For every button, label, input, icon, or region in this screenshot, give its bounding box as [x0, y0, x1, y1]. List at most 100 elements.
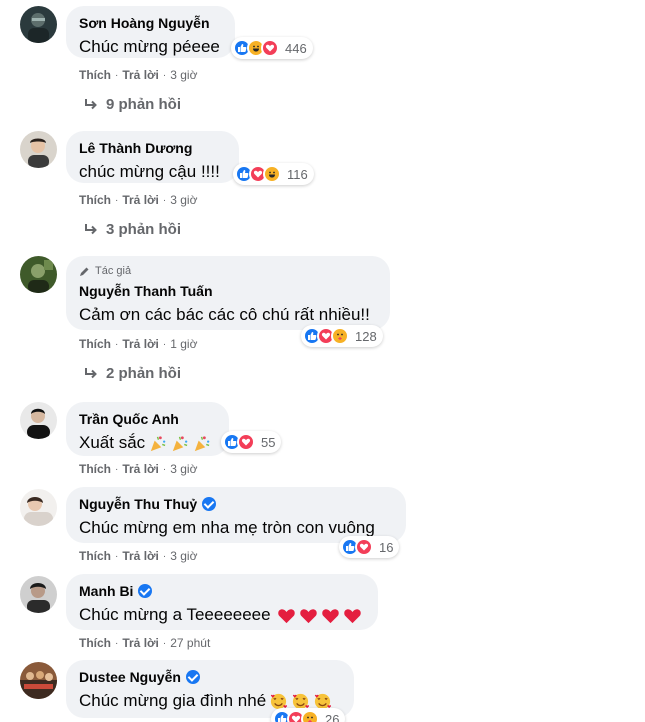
comment-author-name[interactable]: Nguyễn Thu Thuỷ [79, 495, 394, 513]
reply-button[interactable]: Trả lời [122, 337, 159, 351]
avatar[interactable] [20, 489, 57, 526]
separator: · [115, 550, 119, 562]
reactions-summary[interactable]: 55 [221, 431, 282, 453]
reactions-summary[interactable]: 446 [231, 37, 313, 59]
comment-timestamp[interactable]: 1 giờ [170, 337, 197, 351]
reaction-count: 55 [261, 434, 276, 450]
red-heart-icon [343, 608, 361, 623]
comment-timestamp[interactable]: 27 phút [170, 636, 210, 650]
verified-badge-icon [185, 670, 200, 684]
pencil-icon [80, 267, 89, 276]
avatar[interactable] [20, 576, 57, 613]
view-replies-button[interactable]: 9 phản hồi [84, 96, 181, 113]
comment-bubble: Nguyễn Thu Thuỷ Chúc mừng em nha mẹ tròn… [66, 487, 406, 543]
party-popper-icon [173, 435, 188, 451]
replies-label: 2 phản hồi [106, 365, 181, 382]
like-button[interactable]: Thích [79, 636, 111, 650]
author-badge: Tác giả [79, 264, 378, 278]
like-button[interactable]: Thích [79, 68, 111, 82]
reply-button[interactable]: Trả lời [122, 68, 159, 82]
separator: · [162, 637, 167, 649]
avatar[interactable] [20, 402, 57, 439]
like-button[interactable]: Thích [79, 549, 111, 563]
separator: · [162, 194, 167, 206]
comment-author-name[interactable]: Manh Bi [79, 582, 366, 600]
comment-bubble: Trần Quốc Anh Xuất sắc [66, 402, 229, 456]
author-badge-label: Tác giả [95, 265, 132, 277]
comment-author-name[interactable]: Dustee Nguyễn [79, 668, 342, 686]
comment-actions: Thích · Trả lời · 3 giờ [79, 549, 197, 563]
separator: · [162, 69, 167, 81]
avatar[interactable] [20, 256, 57, 293]
replies-label: 9 phản hồi [106, 96, 181, 113]
party-popper-icon [195, 435, 210, 451]
reaction-count: 116 [287, 166, 308, 182]
reactions-summary[interactable]: 16 [339, 536, 400, 558]
hearts-group [277, 606, 362, 625]
avatar[interactable] [20, 131, 57, 168]
comment-author-name[interactable]: Nguyễn Thanh Tuấn [79, 282, 378, 300]
view-replies-button[interactable]: 3 phản hồi [84, 221, 181, 238]
reply-arrow-icon [85, 98, 97, 109]
reply-button[interactable]: Trả lời [122, 636, 159, 650]
reply-button[interactable]: Trả lời [122, 462, 159, 476]
avatar[interactable] [20, 6, 57, 43]
reactions-summary[interactable]: 128 [301, 325, 383, 347]
separator: · [115, 463, 119, 475]
like-button[interactable]: Thích [79, 193, 111, 207]
care-reaction-icon [301, 710, 319, 722]
reply-arrow-icon [85, 223, 97, 234]
reaction-count: 128 [355, 328, 377, 344]
verified-badge-icon [202, 497, 217, 511]
reaction-count: 16 [379, 539, 394, 555]
comment-author-name[interactable]: Sơn Hoàng Nguyễn [79, 14, 223, 32]
like-button[interactable]: Thích [79, 462, 111, 476]
love-reaction-icon [237, 433, 255, 451]
party-popper-icon [151, 435, 166, 451]
reactions-summary[interactable]: 26 [271, 708, 346, 722]
reply-button[interactable]: Trả lời [122, 549, 159, 563]
love-reaction-icon [261, 39, 279, 57]
view-replies-button[interactable]: 2 phản hồi [84, 365, 181, 382]
haha-reaction-icon [263, 165, 281, 183]
comment-text: chúc mừng cậu !!!! [79, 162, 220, 181]
comment-text: Xuất sắc [79, 432, 217, 454]
like-button[interactable]: Thích [79, 337, 111, 351]
separator: · [115, 637, 119, 649]
reaction-count: 446 [285, 40, 307, 56]
comment-actions: Thích · Trả lời · 3 giờ [79, 462, 197, 476]
comment-actions: Thích · Trả lời · 3 giờ [79, 193, 197, 207]
reply-arrow-icon [85, 367, 97, 378]
love-reaction-icon [355, 538, 373, 556]
separator: · [162, 338, 167, 350]
separator: · [115, 69, 119, 81]
comment-timestamp[interactable]: 3 giờ [170, 68, 197, 82]
separator: · [162, 463, 167, 475]
separator: · [115, 338, 119, 350]
separator: · [162, 550, 167, 562]
comment-timestamp[interactable]: 3 giờ [170, 549, 197, 563]
comment-author-name[interactable]: Lê Thành Dương [79, 139, 227, 157]
comment-timestamp[interactable]: 3 giờ [170, 462, 197, 476]
comment-text: Cảm ơn các bác các cô chú rất nhiều!! [79, 305, 370, 324]
comment-bubble: Sơn Hoàng Nguyễn Chúc mừng péeee [66, 6, 235, 58]
comment-bubble: Tác giả Nguyễn Thanh Tuấn Cảm ơn các bác… [66, 256, 390, 330]
reactions-summary[interactable]: 116 [233, 163, 314, 185]
red-heart-icon [299, 608, 317, 623]
red-heart-icon [321, 608, 339, 623]
reaction-count: 26 [325, 711, 340, 722]
red-heart-icon [277, 608, 295, 623]
comment-text: Chúc mừng a Teeeeeeee [79, 604, 366, 626]
comment-timestamp[interactable]: 3 giờ [170, 193, 197, 207]
comment-actions: Thích · Trả lời · 3 giờ [79, 68, 197, 82]
comment-bubble: Lê Thành Dương chúc mừng cậu !!!! [66, 131, 239, 183]
comment-author-name[interactable]: Trần Quốc Anh [79, 410, 217, 428]
comment-actions: Thích · Trả lời · 27 phút [79, 636, 210, 650]
replies-label: 3 phản hồi [106, 221, 181, 238]
comment-bubble: Manh Bi Chúc mừng a Teeeeeeee [66, 574, 378, 630]
separator: · [115, 194, 119, 206]
comment-actions: Thích · Trả lời · 1 giờ [79, 337, 197, 351]
avatar[interactable] [20, 662, 57, 699]
reply-button[interactable]: Trả lời [122, 193, 159, 207]
comment-text: Chúc mừng péeee [79, 37, 220, 56]
